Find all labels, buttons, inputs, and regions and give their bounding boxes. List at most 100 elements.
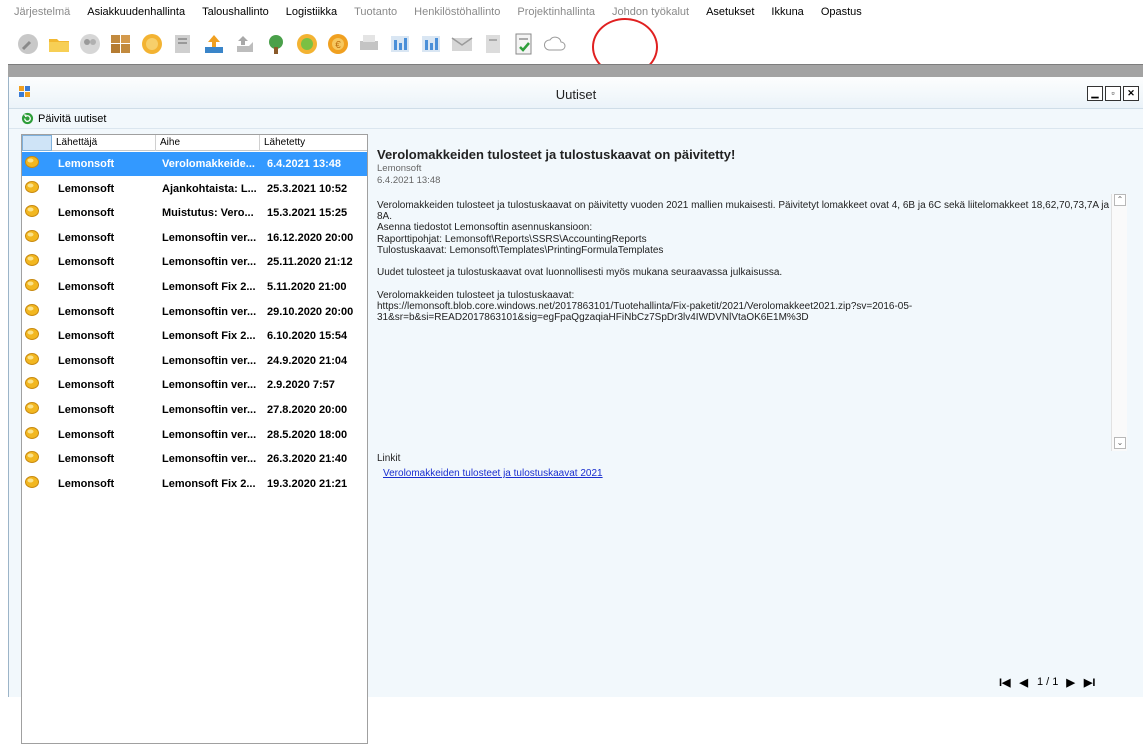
next-page-button[interactable]: ▶ [1066, 676, 1074, 689]
row-subject: Lemonsoftin ver... [162, 379, 257, 392]
news-list-row[interactable]: Lemonsoft Lemonsoftin ver... 29.10.2020 20… [22, 300, 367, 324]
window-titlebar[interactable]: Uutiset ▁ ▫ ✕ [9, 77, 1143, 109]
row-sender: Lemonsoft [58, 231, 115, 244]
news-list-row[interactable]: Lemonsoft Lemonsoft Fix 2... 6.10.2020 15:… [22, 324, 367, 348]
news-item-icon [25, 156, 39, 168]
tree-icon[interactable] [264, 31, 288, 57]
toolbar-separator [8, 64, 1143, 77]
news-list-header: Lähettäjä Aihe Lähetetty [22, 135, 367, 151]
row-sent: 6.10.2020 15:54 [267, 330, 348, 343]
row-subject: Ajankohtaista: L... [162, 182, 257, 195]
row-sender: Lemonsoft [58, 182, 115, 195]
news-list-row[interactable]: Lemonsoft Lemonsoftin ver... 27.8.2020 20:… [22, 398, 367, 422]
row-sender: Lemonsoft [58, 428, 115, 441]
refresh-news-button[interactable]: Päivitä uutiset [21, 112, 106, 125]
news-item-icon [25, 279, 39, 291]
page-indicator: 1 / 1 [1036, 676, 1059, 688]
printer-icon[interactable] [357, 31, 381, 57]
news-list-row[interactable]: Lemonsoft Lemonsoftin ver... 2.9.2020 7:57 [22, 373, 367, 397]
row-sent: 15.3.2021 15:25 [267, 207, 348, 220]
row-subject: Verolomakkeide... [162, 158, 255, 170]
close-button[interactable]: ✕ [1123, 86, 1139, 101]
row-sender: Lemonsoft [58, 305, 115, 318]
menu-item[interactable]: Asiakkuudenhallinta [87, 6, 185, 18]
row-sender: Lemonsoft [58, 281, 115, 293]
menu-item[interactable]: Asetukset [706, 6, 754, 18]
menu-item[interactable]: Opastus [821, 6, 862, 18]
news-item-icon [25, 303, 39, 316]
documents-icon[interactable] [171, 31, 195, 57]
coins-icon[interactable] [140, 31, 164, 57]
mail-icon[interactable] [450, 31, 474, 57]
news-list-row[interactable]: Lemonsoft Ajankohtaista: L... 25.3.2021 10… [22, 177, 367, 201]
coin-icon[interactable]: € [326, 31, 350, 57]
news-body-scrollbar[interactable]: ⌃ ⌄ [1111, 194, 1127, 451]
scroll-down-button[interactable]: ⌄ [1114, 437, 1126, 449]
column-header-sender[interactable]: Lähettäjä [52, 135, 156, 151]
upload-icon[interactable] [202, 31, 226, 57]
menu-item[interactable]: Henkilöstöhallinto [414, 6, 500, 18]
news-item-icon [25, 205, 39, 218]
news-date: 6.4.2021 13:48 [377, 175, 441, 186]
news-list-row[interactable]: Lemonsoft Lemonsoftin ver... 28.5.2020 18:… [22, 423, 367, 447]
news-list-row[interactable]: Lemonsoft Lemonsoftin ver... 16.12.2020 20… [22, 226, 367, 250]
row-sender: Lemonsoft [58, 207, 115, 220]
row-sent: 25.3.2021 10:52 [267, 182, 348, 195]
chart-icon[interactable] [295, 31, 319, 57]
menu-item[interactable]: Johdon työkalut [612, 6, 689, 18]
refresh-news-label: Päivitä uutiset [38, 112, 107, 125]
news-list-row[interactable]: Lemonsoft Lemonsoftin ver... 25.11.2020 21… [22, 250, 367, 274]
first-page-button[interactable]: I◀ [999, 676, 1011, 689]
news-item-icon [25, 451, 39, 464]
news-item-icon [25, 377, 39, 390]
menu-item[interactable]: Logistiikka [286, 6, 337, 18]
news-list-row[interactable]: Lemonsoft Lemonsoft Fix 2... 19.3.2020 21:… [22, 472, 367, 496]
news-window: Uutiset ▁ ▫ ✕ Päivitä uutiset Lähettäjä … [8, 77, 1143, 744]
news-item-icon [25, 180, 39, 193]
row-subject: Lemonsoft Fix 2... [162, 330, 256, 343]
news-list-row[interactable]: Lemonsoft Lemonsoftin ver... 26.3.2020 21:… [22, 447, 367, 471]
refresh-icon [21, 112, 34, 125]
row-subject: Lemonsoft Fix 2... [162, 281, 256, 293]
maximize-button[interactable]: ▫ [1105, 86, 1121, 101]
news-list[interactable]: Lähettäjä Aihe Lähetetty Lemonsoft Verolo… [21, 134, 368, 744]
news-item-icon [25, 475, 39, 488]
boxes-icon[interactable] [109, 31, 133, 57]
last-page-button[interactable]: ▶I [1084, 676, 1096, 689]
wrench-icon[interactable] [16, 31, 40, 57]
news-list-row[interactable]: Lemonsoft Lemonsoftin ver... 24.9.2020 21:… [22, 349, 367, 373]
menu-item[interactable]: Tuotanto [354, 6, 397, 18]
attachment-link[interactable]: Verolomakkeiden tulosteet ja tulostuskaa… [383, 468, 603, 479]
news-list-row[interactable]: Lemonsoft Verolomakkeide... 6.4.2021 13:48 [22, 152, 367, 176]
row-sent: 6.4.2021 13:48 [267, 158, 342, 170]
menu-item[interactable]: Projektinhallinta [517, 6, 595, 18]
select-column-header[interactable] [22, 135, 52, 151]
previous-page-button[interactable]: ◀ [1020, 676, 1028, 689]
news-item-icon [25, 402, 39, 414]
checklist-icon[interactable] [512, 31, 536, 57]
menu-bar: Järjestelmä Asiakkuudenhallinta Taloushall… [0, 0, 1143, 24]
row-sent: 27.8.2020 20:00 [267, 404, 348, 416]
document-icon[interactable] [481, 31, 505, 57]
calc-sheet-icon[interactable] [388, 31, 412, 57]
cloud-icon[interactable] [543, 31, 567, 57]
row-sender: Lemonsoft [58, 477, 115, 490]
people-icon[interactable] [78, 31, 102, 57]
calc-sheet-icon[interactable] [419, 31, 443, 57]
row-sender: Lemonsoft [58, 379, 115, 392]
hand-icon[interactable] [233, 31, 257, 57]
row-sender: Lemonsoft [58, 330, 115, 343]
row-sent: 5.11.2020 21:00 [267, 281, 347, 293]
menu-item[interactable]: Ikkuna [771, 6, 803, 18]
column-header-subject[interactable]: Aihe [156, 135, 260, 151]
column-header-sent[interactable]: Lähetetty [260, 135, 367, 151]
scroll-up-button[interactable]: ⌃ [1114, 194, 1126, 206]
news-list-row[interactable]: Lemonsoft Muistutus: Vero... 15.3.2021 15:… [22, 201, 367, 225]
minimize-button[interactable]: ▁ [1087, 86, 1103, 101]
folder-icon[interactable] [47, 31, 71, 57]
row-subject: Lemonsoftin ver... [162, 453, 257, 466]
menu-item[interactable]: Järjestelmä [14, 6, 70, 18]
menu-item[interactable]: Taloushallinto [202, 6, 269, 18]
row-subject: Lemonsoftin ver... [162, 305, 257, 318]
news-list-row[interactable]: Lemonsoft Lemonsoft Fix 2... 5.11.2020 21:… [22, 275, 367, 299]
